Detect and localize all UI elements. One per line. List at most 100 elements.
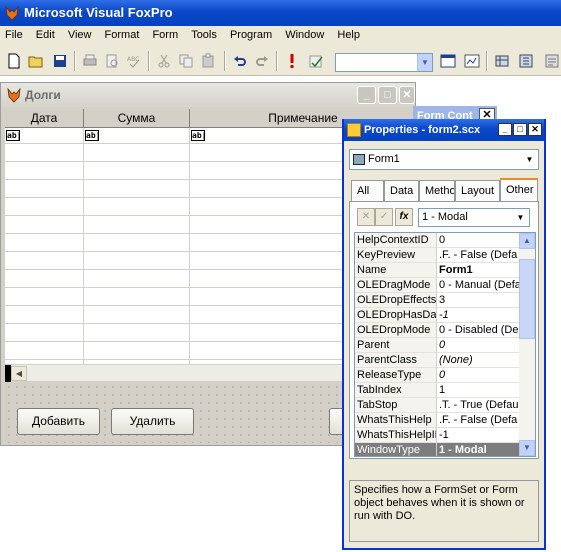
menu-format[interactable]: Format	[100, 26, 145, 46]
toolbar-separator	[276, 51, 278, 71]
app-titlebar: Microsoft Visual FoxPro	[0, 0, 561, 26]
menu-program[interactable]: Program	[225, 26, 277, 46]
chevron-down-icon[interactable]: ▼	[522, 151, 537, 168]
redo-icon[interactable]	[252, 51, 272, 71]
property-row[interactable]: HelpContextID 0	[355, 233, 519, 248]
toolbar-combo[interactable]: ▼	[335, 53, 433, 72]
spell-check-icon[interactable]: ABC	[124, 51, 144, 71]
add-button[interactable]: Добавить	[17, 408, 100, 435]
property-row[interactable]: OLEDropHasData -1	[355, 308, 519, 323]
toolbar-separator	[224, 51, 226, 71]
save-icon[interactable]	[50, 51, 70, 71]
properties-panel: ✕ ✓ fx 1 - Modal ▼ HelpContextID 0 KeyPre…	[349, 201, 539, 459]
menu-bar: File Edit View Format Form Tools Program…	[0, 26, 561, 46]
menu-view[interactable]: View	[63, 26, 97, 46]
textbox-marker[interactable]: ab|	[85, 130, 100, 141]
chevron-down-icon[interactable]: ▼	[513, 210, 528, 225]
grid-line	[189, 128, 190, 364]
scroll-up-arrow-icon[interactable]: ▲	[519, 233, 535, 249]
standard-toolbar: ABC	[0, 46, 561, 76]
property-row[interactable]: TabStop .T. - True (Defau	[355, 398, 519, 413]
cancel-icon[interactable]: ✕	[357, 208, 375, 226]
close-button[interactable]: ✕	[399, 86, 415, 104]
modify-icon[interactable]	[306, 51, 326, 71]
properties-icon[interactable]	[516, 51, 536, 71]
toolbar-separator	[486, 51, 488, 71]
menu-form[interactable]: Form	[147, 26, 183, 46]
menu-edit[interactable]: Edit	[31, 26, 60, 46]
form-titlebar: Долги _ □ ✕	[1, 83, 415, 107]
accept-icon[interactable]: ✓	[375, 208, 393, 226]
minimize-button[interactable]: _	[357, 86, 376, 104]
data-environment-icon[interactable]	[492, 51, 512, 71]
cut-icon[interactable]	[154, 51, 174, 71]
tab-methods[interactable]: Metho	[419, 180, 455, 202]
form-object-icon	[353, 154, 365, 165]
toolbar-separator	[148, 51, 150, 71]
property-list[interactable]: HelpContextID 0 KeyPreview .F. - False (De…	[354, 232, 536, 457]
copy-icon[interactable]	[176, 51, 196, 71]
minimize-button[interactable]: _	[498, 123, 512, 136]
toolbar-separator	[74, 51, 76, 71]
scroll-down-arrow-icon[interactable]: ▼	[519, 440, 535, 456]
menu-help[interactable]: Help	[332, 26, 365, 46]
property-row[interactable]: OLEDropMode 0 - Disabled (De	[355, 323, 519, 338]
textbox-marker[interactable]: ab|	[191, 130, 206, 141]
menu-window[interactable]: Window	[280, 26, 329, 46]
column-header-amount[interactable]: Сумма	[84, 109, 190, 128]
app-title: Microsoft Visual FoxPro	[24, 5, 173, 20]
property-value-text: 1 - Modal	[422, 211, 468, 223]
foxpro-logo-icon	[5, 5, 19, 21]
run-icon[interactable]	[282, 51, 302, 71]
property-value-combo[interactable]: 1 - Modal ▼	[418, 208, 530, 227]
textbox-marker[interactable]: ab|	[6, 130, 21, 141]
undo-icon[interactable]	[230, 51, 250, 71]
tab-all[interactable]: All	[351, 180, 384, 202]
property-row[interactable]: TabIndex 1	[355, 383, 519, 398]
property-row[interactable]: WhatsThisHelpID -1	[355, 428, 519, 443]
grid-line	[83, 128, 84, 364]
properties-title: Properties - form2.scx	[364, 124, 481, 136]
scrollbar-thumb[interactable]	[519, 259, 535, 339]
function-icon[interactable]: fx	[395, 208, 413, 226]
delete-button[interactable]: Удалить	[111, 408, 194, 435]
print-preview-icon[interactable]	[102, 51, 122, 71]
property-row[interactable]: OLEDragMode 0 - Manual (Defa	[355, 278, 519, 293]
properties-window: Properties - form2.scx _ □ ✕ Form1 ▼ All…	[342, 119, 546, 550]
maximize-button[interactable]: □	[513, 123, 527, 136]
scroll-left-arrow-icon[interactable]: ◀	[11, 366, 27, 381]
properties-titlebar: Properties - form2.scx _ □ ✕	[344, 119, 544, 141]
properties-window-icon	[347, 123, 361, 137]
chevron-down-icon[interactable]: ▼	[417, 54, 432, 71]
property-row[interactable]: ReleaseType 0	[355, 368, 519, 383]
tab-data[interactable]: Data	[384, 180, 419, 202]
form-layout-icon[interactable]	[438, 51, 458, 71]
property-row[interactable]: OLEDropEffects 3	[355, 293, 519, 308]
properties-tabs: All Data Metho Layout Other	[349, 178, 539, 202]
open-icon[interactable]	[26, 51, 46, 71]
column-header-date[interactable]: Дата	[5, 109, 84, 128]
property-description: Specifies how a FormSet or Form object b…	[349, 480, 539, 542]
paste-icon[interactable]	[198, 51, 218, 71]
property-row[interactable]: KeyPreview .F. - False (Defa	[355, 248, 519, 263]
property-row-selected[interactable]: WindowType 1 - Modal	[355, 443, 519, 456]
tab-layout[interactable]: Layout	[455, 180, 500, 202]
code-window-icon[interactable]	[542, 51, 561, 71]
tab-other[interactable]: Other	[500, 178, 538, 202]
maximize-button[interactable]: □	[378, 86, 397, 104]
object-selector-value: Form1	[368, 153, 400, 165]
property-row[interactable]: Name Form1	[355, 263, 519, 278]
print-icon[interactable]	[80, 51, 100, 71]
menu-file[interactable]: File	[0, 26, 28, 46]
foxpro-logo-icon	[7, 87, 21, 103]
close-button[interactable]: ✕	[528, 123, 542, 136]
menu-tools[interactable]: Tools	[186, 26, 222, 46]
object-selector[interactable]: Form1 ▼	[349, 149, 539, 170]
form-controls-icon[interactable]	[462, 51, 482, 71]
property-row[interactable]: ParentClass (None)	[355, 353, 519, 368]
property-row[interactable]: Parent 0	[355, 338, 519, 353]
property-row[interactable]: WhatsThisHelp .F. - False (Defa	[355, 413, 519, 428]
new-icon[interactable]	[4, 51, 24, 71]
property-list-scrollbar[interactable]: ▲ ▼	[519, 233, 535, 456]
form-title: Долги	[25, 88, 61, 102]
